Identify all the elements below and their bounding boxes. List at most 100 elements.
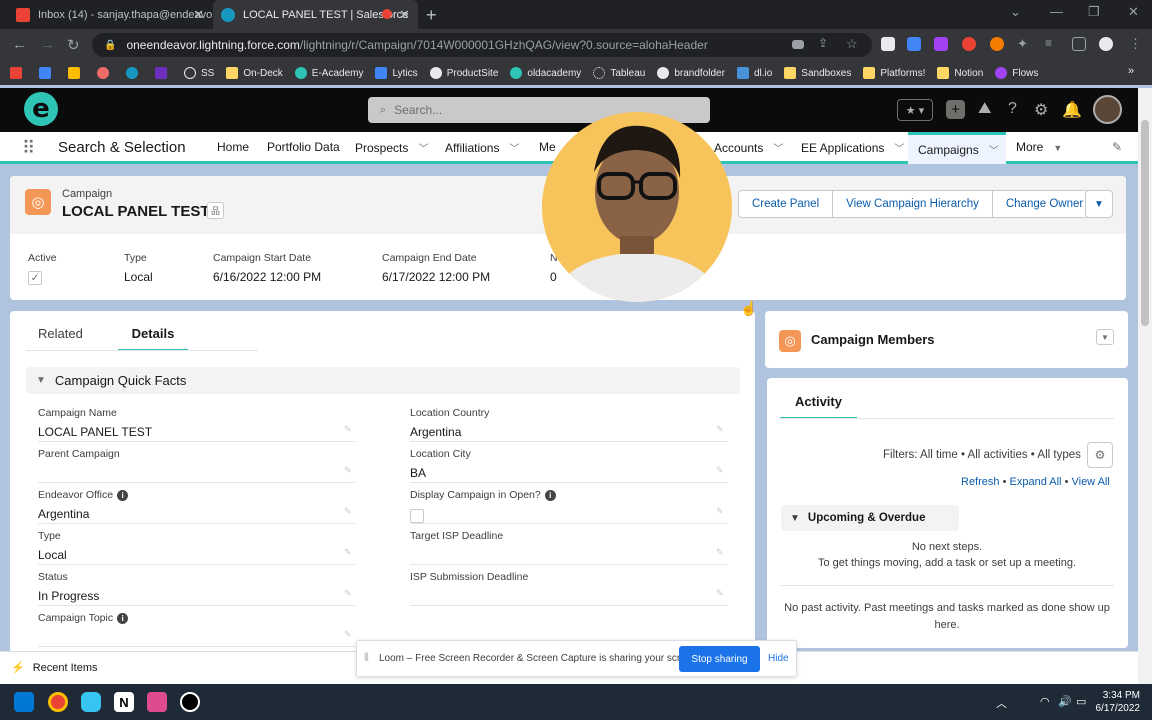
edit-pencil-icon[interactable]: ✎	[716, 465, 724, 476]
chrome-taskbar-icon[interactable]	[48, 692, 68, 712]
edit-pencil-icon[interactable]: ✎	[344, 424, 352, 435]
windows-start-icon[interactable]	[14, 692, 34, 712]
edit-pencil-icon[interactable]: ✎	[344, 465, 352, 476]
extension-icon[interactable]	[990, 37, 1004, 51]
change-owner-button[interactable]: Change Owner	[993, 191, 1096, 217]
section-campaign-quick-facts[interactable]: ▼ Campaign Quick Facts	[26, 367, 740, 394]
app-launcher-icon[interactable]: ⠿	[22, 138, 35, 159]
edit-pencil-icon[interactable]: ✎	[344, 629, 352, 640]
reload-icon[interactable]: ↻	[67, 36, 80, 54]
notion-taskbar-icon[interactable]: N	[114, 692, 134, 712]
create-panel-button[interactable]: Create Panel	[739, 191, 834, 217]
bookmark-salesforce[interactable]	[126, 67, 143, 79]
bookmark-brandfolder[interactable]: brandfolder	[657, 67, 725, 79]
bookmark-productsite[interactable]: ProductSite	[429, 67, 498, 79]
nav-home[interactable]: Home	[217, 140, 249, 154]
share-icon[interactable]: ⇪	[818, 36, 828, 50]
chevron-down-icon[interactable]: ﹀	[418, 144, 428, 155]
global-actions-plus-icon[interactable]: +	[946, 100, 965, 119]
minimize-button[interactable]: —	[1050, 4, 1063, 19]
battery-icon[interactable]: ▭	[1076, 695, 1086, 708]
campaign-members-title[interactable]: Campaign Members	[811, 332, 935, 347]
filter-settings-gear-icon[interactable]: ⚙	[1087, 442, 1113, 468]
new-tab-button[interactable]: +	[426, 5, 437, 26]
extension-icon[interactable]	[962, 37, 976, 51]
close-tab-icon[interactable]: ✕	[193, 7, 204, 23]
nav-more[interactable]: More ▼	[1016, 140, 1062, 154]
browser-tab-gmail[interactable]: Inbox (14) - sanjay.thapa@endeavor ✕	[8, 0, 212, 29]
bookmark-flows[interactable]: Flows	[995, 67, 1038, 79]
profile-avatar[interactable]	[1099, 37, 1113, 51]
stop-sharing-button[interactable]: Stop sharing	[679, 646, 760, 672]
bookmark-sandboxes[interactable]: Sandboxes	[784, 67, 851, 79]
trailhead-icon[interactable]: ⛰	[978, 100, 991, 118]
forward-icon[interactable]: →	[40, 36, 55, 53]
caret-down-icon[interactable]: ▼	[1053, 143, 1062, 153]
tab-search-icon[interactable]: ⌄	[1010, 4, 1021, 20]
hierarchy-icon[interactable]: 品	[207, 202, 224, 219]
edit-pencil-icon[interactable]: ✎	[344, 588, 352, 599]
info-icon[interactable]: i	[117, 489, 129, 501]
edit-pencil-icon[interactable]: ✎	[716, 424, 724, 435]
tray-overflow-icon[interactable]: ︿	[996, 695, 1007, 711]
bookmark-star-icon[interactable]: ☆	[846, 36, 858, 52]
upcoming-overdue-section[interactable]: ▼ Upcoming & Overdue	[781, 505, 959, 531]
bookmark-notion[interactable]: Notion	[937, 67, 983, 79]
volume-icon[interactable]: 🔊	[1058, 695, 1072, 708]
browser-tab-salesforce[interactable]: LOCAL PANEL TEST | Salesforce ✕	[213, 0, 418, 29]
settings-taskbar-icon[interactable]	[180, 692, 200, 712]
help-icon[interactable]: ?	[1008, 100, 1017, 118]
nav-accounts[interactable]: Accounts ﹀	[714, 140, 783, 155]
nav-portfolio-data[interactable]: Portfolio Data	[267, 140, 340, 154]
zoom-extension-icon[interactable]	[907, 37, 921, 51]
bookmark-dl-io[interactable]: dl.io	[736, 67, 772, 79]
chevron-down-icon[interactable]: ﹀	[989, 142, 999, 157]
extension-icon[interactable]	[934, 37, 948, 51]
more-actions-dropdown[interactable]: ▼	[1085, 190, 1113, 218]
drag-handle-icon[interactable]: ⦀	[364, 652, 369, 665]
chevron-down-icon[interactable]: ﹀	[894, 144, 904, 155]
bookmark-gmail[interactable]	[10, 67, 27, 79]
bookmark-platforms[interactable]: Platforms!	[863, 67, 925, 79]
nav-campaigns[interactable]: Campaigns ﹀	[908, 132, 1006, 164]
bookmark-lytics[interactable]: Lytics	[375, 67, 418, 79]
chevron-down-icon[interactable]: ﹀	[773, 144, 783, 155]
view-campaign-hierarchy-button[interactable]: View Campaign Hierarchy	[833, 191, 993, 217]
puzzle-extensions-icon[interactable]: ✦	[1017, 36, 1028, 52]
more-bookmarks-icon[interactable]: »	[1128, 65, 1134, 77]
wifi-icon[interactable]: ◠	[1040, 695, 1050, 708]
edit-pencil-icon[interactable]: ✎	[344, 506, 352, 517]
view-all-link[interactable]: View All	[1071, 476, 1109, 488]
edit-pencil-icon[interactable]: ✎	[716, 506, 724, 517]
close-window-button[interactable]: ✕	[1128, 4, 1139, 20]
side-panel-icon[interactable]	[1072, 37, 1086, 51]
members-dropdown-button[interactable]: ▼	[1096, 329, 1114, 345]
tab-related[interactable]: Related	[38, 326, 83, 341]
endeavor-logo[interactable]: e	[24, 92, 58, 126]
bookmark-drive[interactable]	[68, 67, 85, 79]
bookmark-tableau[interactable]: Tableau	[593, 67, 645, 79]
bookmark-oldacademy[interactable]: oldacademy	[510, 67, 581, 79]
setup-gear-icon[interactable]: ⚙	[1034, 100, 1048, 120]
bookmark-calendar[interactable]	[39, 67, 56, 79]
nav-meetings[interactable]: Meetings	[539, 140, 555, 154]
info-icon[interactable]: i	[117, 612, 129, 624]
hide-banner-button[interactable]: Hide	[768, 653, 789, 664]
expand-all-link[interactable]: Expand All	[1010, 476, 1062, 488]
close-tab-icon[interactable]: ✕	[399, 7, 410, 23]
edit-pencil-icon[interactable]: ✎	[716, 588, 724, 599]
taskbar-clock[interactable]: 3:34 PM 6/17/2022	[1094, 689, 1141, 715]
nav-ee-applications[interactable]: EE Applications ﹀	[801, 140, 904, 155]
refresh-link[interactable]: Refresh	[961, 476, 1000, 488]
chrome-menu-icon[interactable]: ⋮	[1129, 36, 1142, 52]
user-avatar[interactable]	[1093, 95, 1122, 124]
address-bar[interactable]: 🔒 oneendeavor.lightning.force.com/lightn…	[92, 33, 872, 57]
recent-items-button[interactable]: ⚡ Recent Items	[11, 661, 98, 674]
restore-button[interactable]: ❐	[1088, 4, 1100, 20]
reading-list-icon[interactable]: ≡	[1045, 36, 1052, 50]
edit-pencil-icon[interactable]: ✎	[344, 547, 352, 558]
edit-nav-pencil-icon[interactable]: ✎	[1112, 140, 1122, 154]
camera-icon[interactable]	[792, 40, 804, 49]
info-icon[interactable]: i	[544, 489, 556, 501]
favorites-star-icon[interactable]: ★ ▾	[897, 99, 933, 121]
